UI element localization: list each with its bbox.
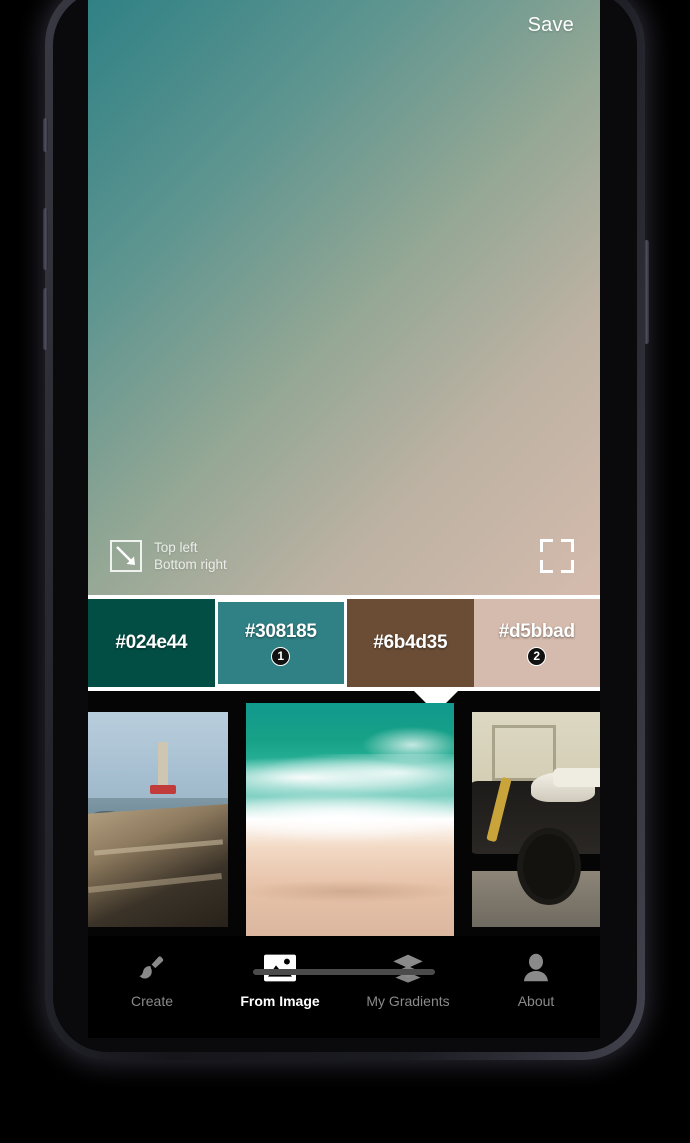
thumbnail-aerial-beach-wave[interactable] [246,703,454,936]
nav-item-label: Create [130,993,174,1009]
volume-down-button[interactable] [43,288,48,350]
boat-hull [88,802,228,927]
silent-switch[interactable] [43,118,48,152]
bottom-navigation-bar: Create From Image My Gradients About [88,936,600,1038]
boat-flag [149,785,176,795]
phone-screen: Save Top left Bottom right #024e44 #30818… [88,0,600,1038]
fullscreen-corner-br [561,560,574,573]
person-icon [522,952,550,984]
thumbnail-motorcycle[interactable] [472,712,600,927]
color-swatch-6b4d35[interactable]: #6b4d35 [347,599,474,687]
color-swatch-308185[interactable]: #308185 1 [214,599,347,687]
fullscreen-corner-tr [561,539,574,552]
swatch-hex-label: #6b4d35 [373,632,448,653]
fullscreen-corner-bl [540,560,553,573]
nav-item-label: My Gradients [366,993,450,1009]
nav-item-create[interactable]: Create [97,952,207,1009]
color-swatch-024e44[interactable]: #024e44 [88,599,215,687]
moto-seat [553,767,600,788]
diagonal-arrow-icon [110,540,142,572]
beach-foam [246,791,454,843]
swatch-hex-label: #024e44 [115,632,188,653]
gradient-preview[interactable]: Save Top left Bottom right [88,0,600,595]
image-thumbnail-row[interactable] [88,703,600,936]
home-indicator[interactable] [253,969,435,975]
swatch-stop-badge: 1 [271,646,291,666]
gradient-direction-control[interactable]: Top left Bottom right [110,539,227,573]
save-button[interactable]: Save [528,14,574,37]
moto-door-panel [491,724,556,781]
swatch-hex-label: #308185 [244,620,317,642]
volume-up-button[interactable] [43,208,48,270]
thumbnail-longtail-boat[interactable] [88,712,228,927]
direction-to-label: Bottom right [154,557,227,572]
power-button[interactable] [644,240,649,344]
swatch-stop-badge: 2 [527,646,547,666]
paintbrush-icon [137,952,167,984]
fullscreen-corner-tl [540,539,553,552]
direction-from-label: Top left [154,540,198,555]
nav-item-from-image[interactable]: From Image [225,952,335,1009]
fullscreen-icon[interactable] [540,539,574,573]
nav-item-label: From Image [240,993,320,1009]
nav-item-about[interactable]: About [481,952,591,1009]
image-icon [264,952,296,984]
swatch-hex-label: #d5bbad [498,620,575,642]
color-swatch-strip: #024e44 #308185 1 #6b4d35 #d5bbad 2 [88,595,600,691]
beach-sand-line [246,880,454,904]
color-swatch-d5bbad[interactable]: #d5bbad 2 [473,599,600,687]
direction-labels: Top left Bottom right [154,539,227,573]
nav-item-my-gradients[interactable]: My Gradients [353,952,463,1009]
layers-icon [392,952,424,984]
nav-item-label: About [517,993,555,1009]
